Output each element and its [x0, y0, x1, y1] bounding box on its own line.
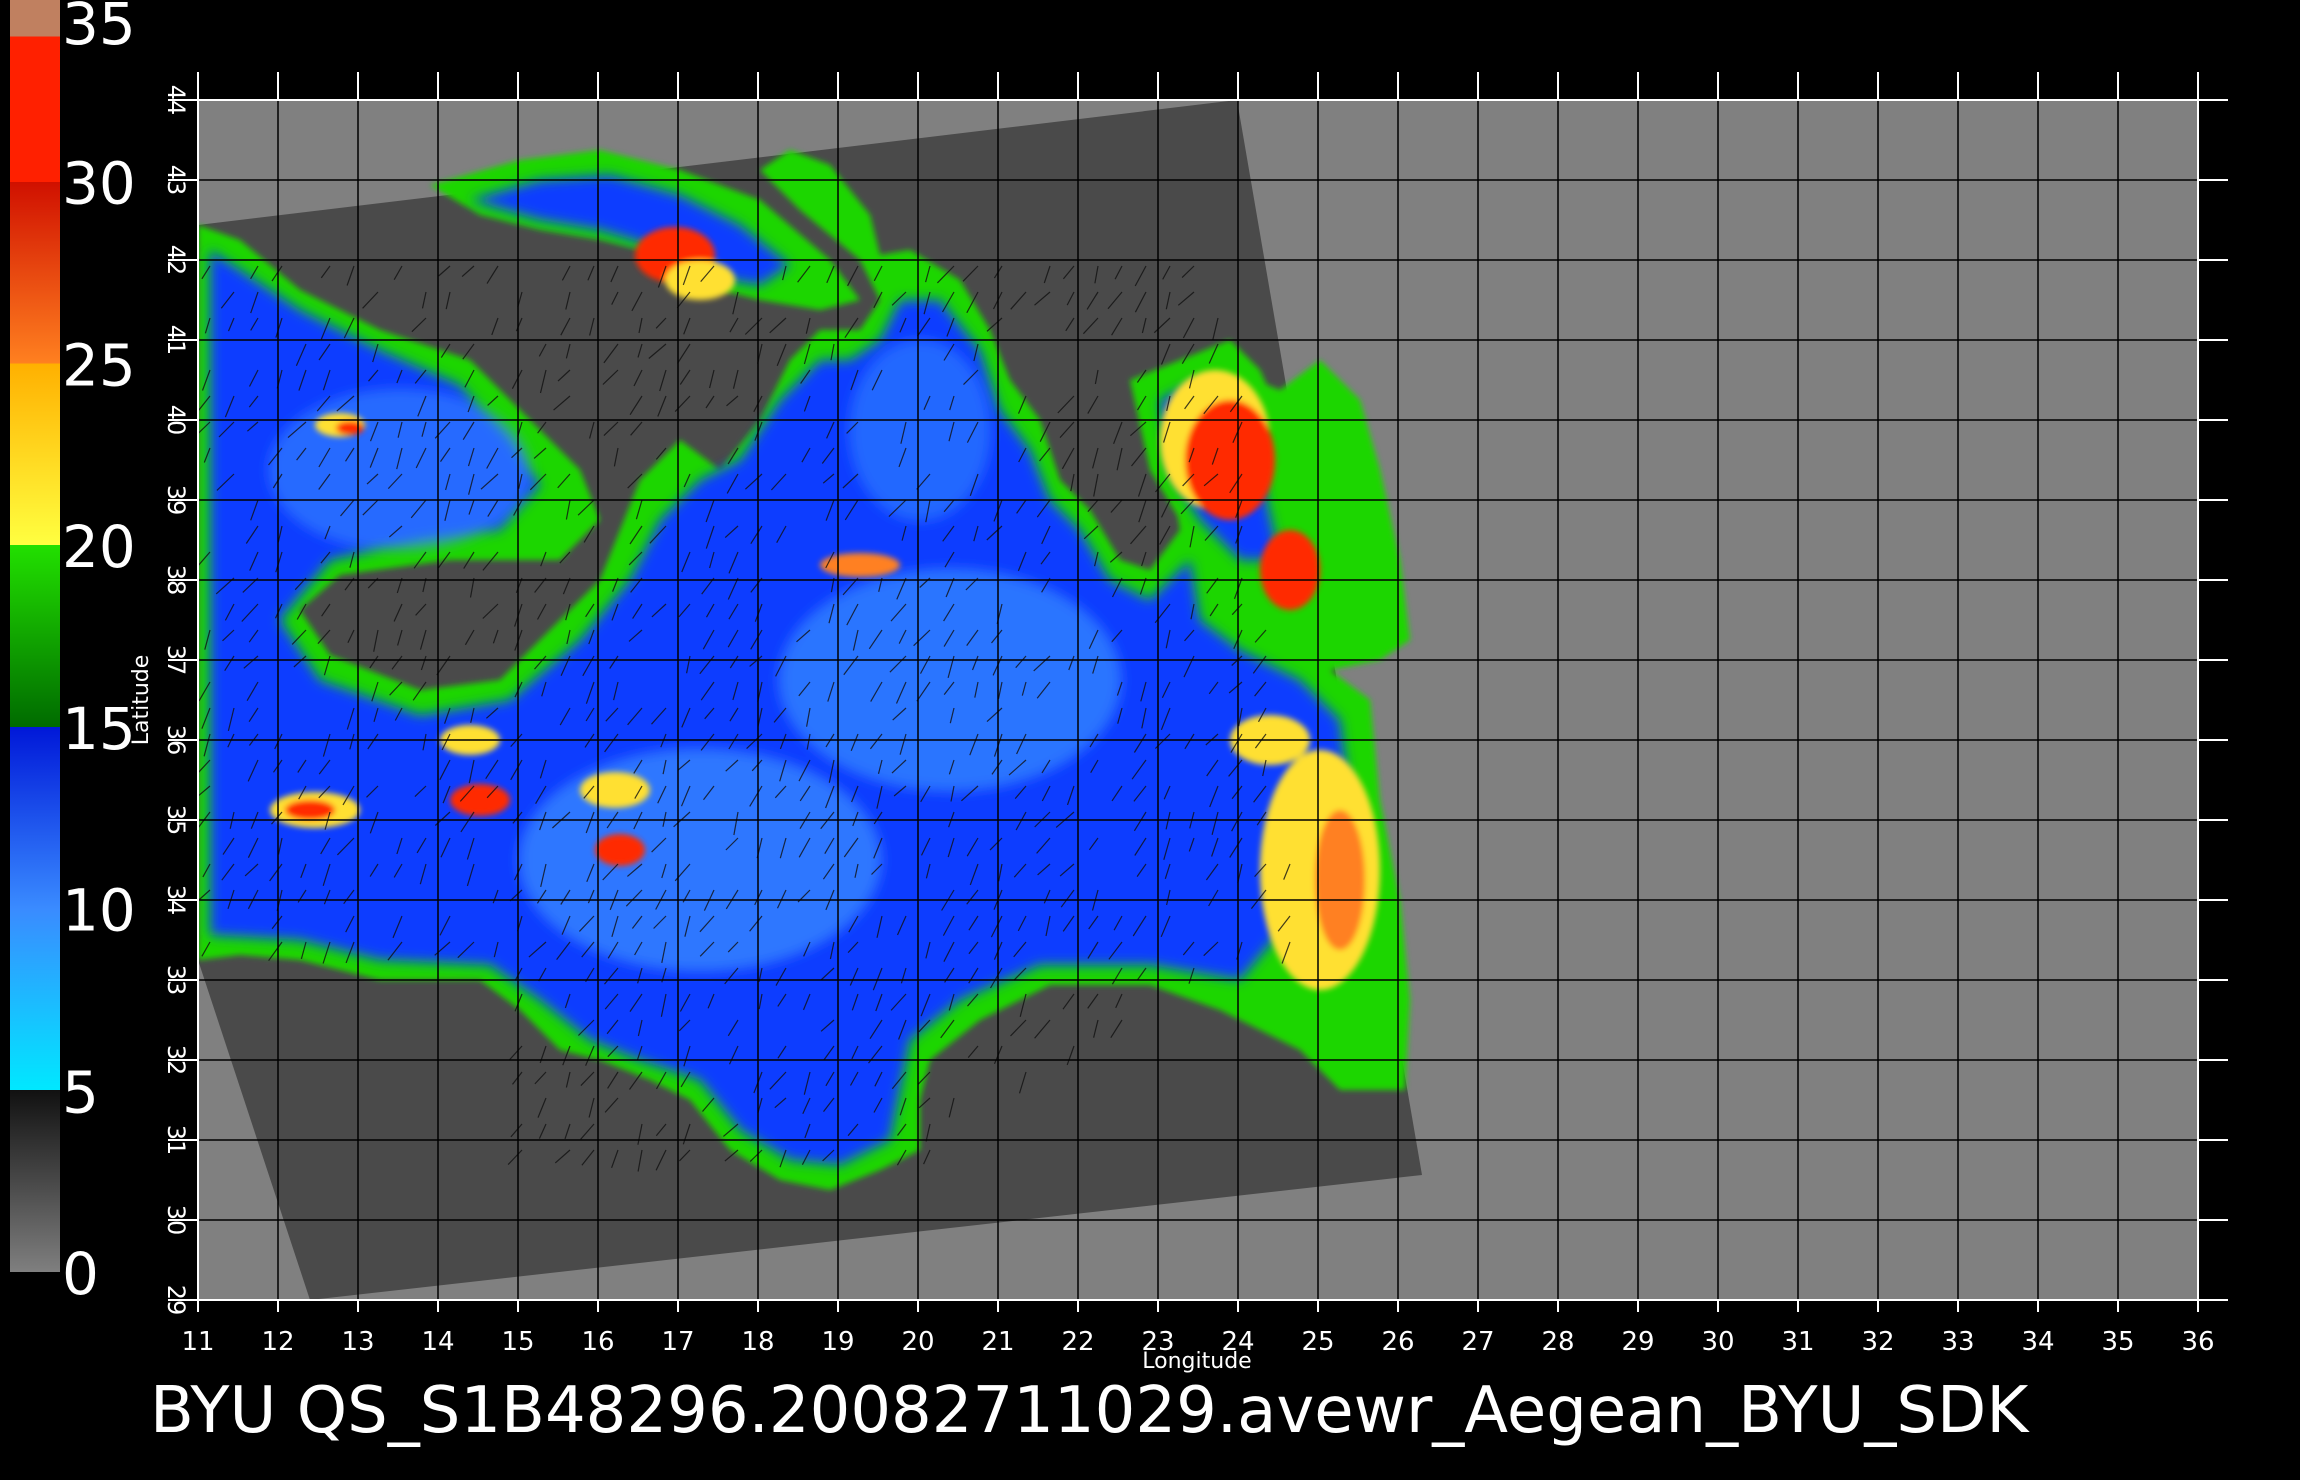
high-wind-patch — [285, 800, 335, 820]
ocean-mid-blue-patch — [850, 340, 990, 520]
lon-tick-label: 14 — [421, 1327, 454, 1357]
high-wind-patch — [1315, 810, 1365, 950]
ocean-mid-blue-patch — [270, 390, 530, 550]
high-wind-patch — [1185, 400, 1275, 520]
lat-tick-label: 34 — [162, 885, 190, 916]
lon-tick-label: 34 — [2021, 1327, 2054, 1357]
lon-tick-label: 15 — [501, 1327, 534, 1357]
lon-tick-label: 12 — [261, 1327, 294, 1357]
lon-tick-label: 25 — [1301, 1327, 1334, 1357]
ocean-mid-blue-patch — [780, 570, 1120, 790]
lat-tick-label: 36 — [162, 725, 190, 756]
lon-tick-label: 20 — [901, 1327, 934, 1357]
lon-tick-label: 18 — [741, 1327, 774, 1357]
image-title: BYU QS_S1B48296.20082711029.avewr_Aegean… — [150, 1374, 2030, 1448]
lon-tick-label: 27 — [1461, 1327, 1494, 1357]
colorbar-gradient — [10, 0, 60, 1272]
lat-tick-label: 40 — [162, 405, 190, 436]
lon-tick-label: 29 — [1621, 1327, 1654, 1357]
lat-tick-label: 38 — [162, 565, 190, 596]
colorbar-label-10: 10 — [62, 877, 136, 945]
lon-tick-label: 21 — [981, 1327, 1014, 1357]
lon-tick-label: 26 — [1381, 1327, 1414, 1357]
lon-tick-label: 36 — [2181, 1327, 2214, 1357]
high-wind-patch — [665, 260, 735, 300]
x-axis-label: Longitude — [1142, 1349, 1251, 1374]
lat-tick-label: 39 — [162, 485, 190, 516]
colorbar-label-0: 0 — [62, 1240, 99, 1308]
ocean-mid-blue-patch — [520, 750, 880, 970]
colorbar-label-20: 20 — [62, 513, 136, 581]
lat-tick-label: 41 — [162, 325, 190, 356]
lat-tick-label: 44 — [162, 85, 190, 116]
colorbar-label-5: 5 — [62, 1058, 99, 1126]
wind-speed-map-figure: 35 30 25 20 15 10 5 0 11 12 13 14 15 16 17 18 1… — [10, 0, 2228, 1448]
lon-tick-label: 32 — [1861, 1327, 1894, 1357]
lon-tick-label: 13 — [341, 1327, 374, 1357]
lon-tick-label: 22 — [1061, 1327, 1094, 1357]
lat-tick-label: 35 — [162, 805, 190, 836]
high-wind-patch — [450, 784, 510, 816]
lon-tick-label: 17 — [661, 1327, 694, 1357]
colorbar: 35 30 25 20 15 10 5 0 — [10, 0, 136, 1308]
high-wind-patch — [595, 834, 645, 866]
lon-tick-label: 30 — [1701, 1327, 1734, 1357]
lat-tick-label: 30 — [162, 1205, 190, 1236]
lon-tick-label: 28 — [1541, 1327, 1574, 1357]
map-plot: 11 12 13 14 15 16 17 18 19 20 21 22 23 24 25 26 27 28 29 30… — [129, 72, 2228, 1374]
high-wind-patch — [1260, 530, 1320, 610]
lat-tick-label: 43 — [162, 165, 190, 196]
lon-tick-label: 16 — [581, 1327, 614, 1357]
y-axis-label: Latitude — [129, 655, 154, 746]
lat-tick-label: 33 — [162, 965, 190, 996]
colorbar-label-25: 25 — [62, 331, 136, 399]
lat-tick-label: 37 — [162, 645, 190, 676]
lon-tick-label: 19 — [821, 1327, 854, 1357]
colorbar-label-35: 35 — [62, 0, 136, 58]
lon-tick-label: 33 — [1941, 1327, 1974, 1357]
lat-tick-label: 32 — [162, 1045, 190, 1076]
lon-tick-label: 31 — [1781, 1327, 1814, 1357]
lat-tick-label: 42 — [162, 245, 190, 276]
colorbar-label-15: 15 — [62, 695, 136, 763]
lon-tick-label: 35 — [2101, 1327, 2134, 1357]
lat-tick-label: 31 — [162, 1125, 190, 1156]
colorbar-label-30: 30 — [62, 150, 136, 218]
lat-tick-label: 29 — [162, 1285, 190, 1316]
lon-tick-label: 11 — [181, 1327, 214, 1357]
colorbar-labels: 35 30 25 20 15 10 5 0 — [62, 0, 136, 1308]
high-wind-patch — [336, 421, 364, 435]
